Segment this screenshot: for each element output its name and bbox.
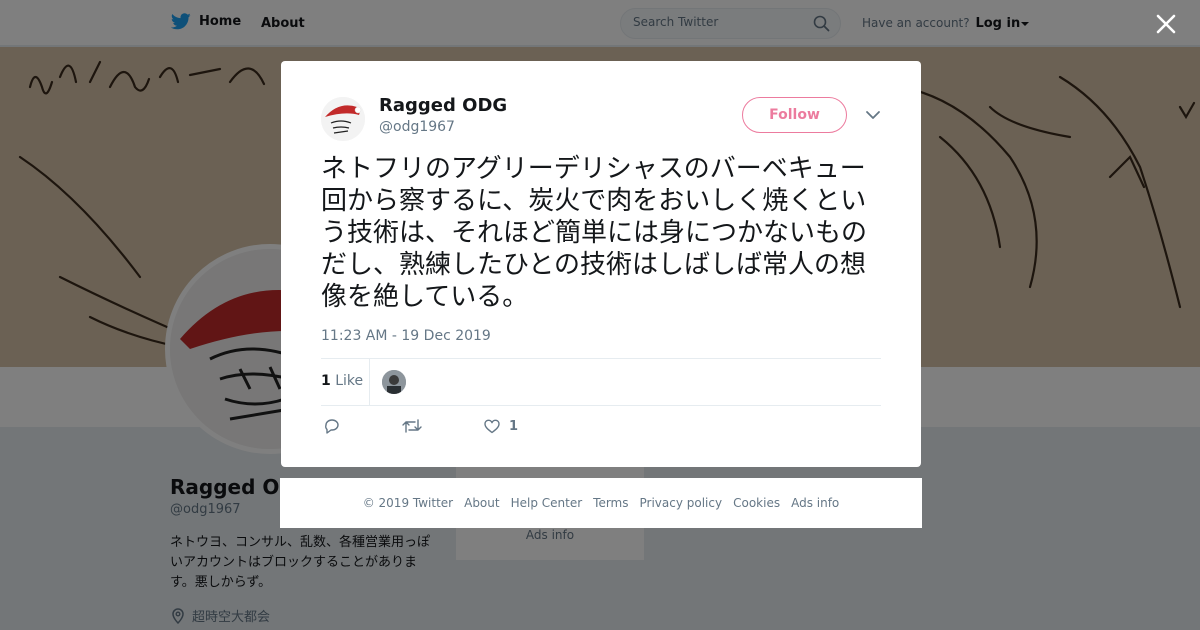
footer-link-ads-info[interactable]: Ads info [791, 496, 839, 510]
vertical-divider [369, 358, 370, 405]
likes-summary[interactable]: 1 Like [321, 373, 363, 389]
footer-link-help-center[interactable]: Help Center [511, 496, 583, 510]
chevron-down-icon[interactable] [865, 109, 881, 121]
close-icon[interactable] [1154, 12, 1178, 36]
tweet-modal: Ragged ODG @odg1967 Follow ネトフリのアグリーデリシャ… [281, 61, 921, 467]
like-button[interactable]: 1 [483, 417, 518, 435]
retweet-icon [402, 419, 422, 433]
footer-link-about[interactable]: About [464, 496, 499, 510]
reply-button[interactable] [323, 417, 341, 435]
footer-copyright: © 2019 Twitter [362, 496, 454, 510]
tweet-author-name[interactable]: Ragged ODG [379, 95, 507, 116]
tweet-author-handle[interactable]: @odg1967 [379, 119, 455, 135]
footer-link-privacy-policy[interactable]: Privacy policy [640, 496, 723, 510]
like-count: 1 [509, 418, 519, 434]
divider [321, 405, 881, 406]
heart-icon [484, 419, 500, 434]
reply-icon [325, 419, 339, 434]
tweet-timestamp[interactable]: 11:23 AM - 19 Dec 2019 [321, 328, 491, 344]
footer-link-terms[interactable]: Terms [593, 496, 628, 510]
tweet-text: ネトフリのアグリーデリシャスのバーベキュー回から察するに、炭火で肉をおいしく焼く… [321, 154, 868, 312]
tweet-author-avatar[interactable] [321, 97, 365, 141]
divider [321, 358, 881, 359]
footer-link-cookies[interactable]: Cookies [733, 496, 780, 510]
modal-footer: © 2019 Twitter About Help Center Terms P… [280, 478, 922, 528]
liker-avatar[interactable] [382, 370, 406, 394]
likes-count: 1 [321, 373, 331, 389]
follow-button[interactable]: Follow [742, 97, 847, 133]
likes-label: Like [335, 373, 364, 389]
retweet-button[interactable] [402, 417, 422, 435]
